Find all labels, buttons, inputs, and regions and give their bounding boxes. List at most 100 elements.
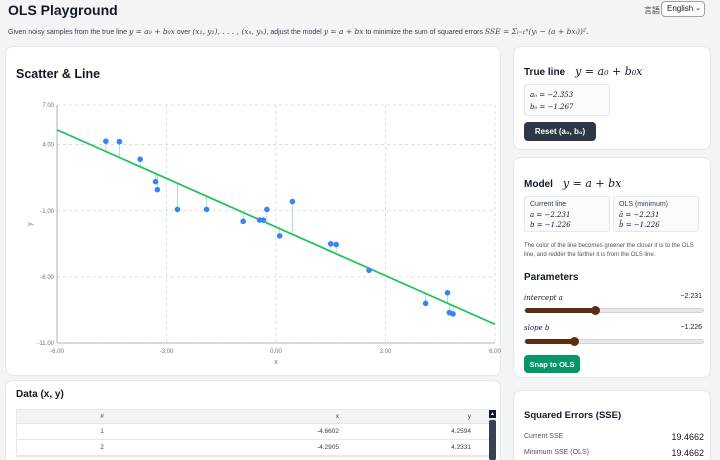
parameters-title: Parameters xyxy=(524,272,579,283)
language-label: 言語 xyxy=(644,6,660,15)
subtitle-text: to minimize the sum of squared errors xyxy=(363,29,485,36)
min-sse-row: Minimum SSE (OLS) 19.4662 xyxy=(524,448,704,458)
subtitle-text: over xyxy=(174,29,193,36)
data-point xyxy=(260,217,267,223)
data-point xyxy=(154,186,161,193)
data-point xyxy=(327,241,334,247)
current-line-label: Current line xyxy=(530,201,567,208)
sse-title: Squared Errors (SSE) xyxy=(524,410,622,421)
slope-label-text: slope b xyxy=(524,324,550,332)
y-tick-label: 4.00 xyxy=(42,143,54,149)
x-tick-label: -3.00 xyxy=(160,349,174,355)
current-b: b = −1.226 xyxy=(530,221,571,229)
data-point xyxy=(174,206,181,213)
snap-to-ols-button[interactable]: Snap to OLS xyxy=(524,355,580,373)
page-subtitle: Given noisy samples from the true line y… xyxy=(8,27,588,36)
ols-label: OLS (minimum) xyxy=(619,201,669,208)
row-x: -4.2905 xyxy=(316,444,339,451)
data-point xyxy=(422,300,429,307)
data-point xyxy=(444,289,451,296)
current-line-panel: Current line a = −2.231 b = −1.226 xyxy=(524,196,610,232)
language-select-value: English xyxy=(667,4,694,13)
table-row: 2 -4.2905 4.2331 xyxy=(17,440,489,456)
intercept-slider[interactable] xyxy=(524,306,704,315)
intercept-slider-thumb[interactable] xyxy=(591,306,601,315)
scrollbar-thumb[interactable] xyxy=(489,420,496,460)
true-line-heading: True line y = a₀ + b₀x xyxy=(524,65,642,78)
subtitle-text: Given noisy samples from the true line xyxy=(8,29,129,36)
y-tick-label: -11.00 xyxy=(37,341,54,347)
data-point xyxy=(116,138,123,145)
min-sse-value: 19.4662 xyxy=(671,448,704,458)
intercept-label: intercept a xyxy=(524,294,563,302)
current-sse-label: Current SSE xyxy=(524,433,564,440)
ols-b: b̂ = −1.226 xyxy=(619,221,660,229)
chevron-down-icon: ⌄ xyxy=(695,5,701,12)
data-card: Data (x, y) # x y 1 -4.6602 4.2594 2 -4.… xyxy=(5,380,501,460)
sse-card: Squared Errors (SSE) Current SSE 19.4662… xyxy=(513,390,711,460)
y-tick-label: -6.00 xyxy=(40,275,54,281)
row-index: 2 xyxy=(100,444,104,451)
y-tick-label: -1.00 xyxy=(40,209,54,215)
slope-slider-fill xyxy=(525,339,574,344)
model-card: Model y = a + bx Current line a = −2.231 … xyxy=(513,157,711,378)
data-table: # x y 1 -4.6602 4.2594 2 -4.2905 4.2331 xyxy=(16,409,490,457)
slope-slider-thumb[interactable] xyxy=(569,337,579,346)
intercept-label-text: intercept a xyxy=(524,294,563,302)
col-header-index: # xyxy=(100,413,104,420)
y-axis-label: y xyxy=(27,222,34,226)
min-sse-label: Minimum SSE (OLS) xyxy=(524,449,589,456)
subtitle-sse-eq: SSE = Σᵢ₌₁ⁿ(yᵢ − (a + bxᵢ))². xyxy=(484,27,589,36)
color-note: The color of the line becomes greener th… xyxy=(524,243,694,258)
current-sse-row: Current SSE 19.4662 xyxy=(524,432,704,442)
x-tick-label: 3.00 xyxy=(380,349,392,355)
ols-a: â = −2.231 xyxy=(619,211,660,219)
data-point xyxy=(152,178,159,185)
current-a: a = −2.231 xyxy=(530,211,571,219)
data-point xyxy=(450,311,456,317)
reset-button[interactable]: Reset (a₀, b₀) xyxy=(524,122,596,141)
data-title: Data (x, y) xyxy=(16,389,64,400)
row-index: 1 xyxy=(100,428,104,435)
x-axis-label: x xyxy=(274,359,278,366)
scatter-card: Scatter & Line -6.00 -3.00 0.00 3.00 6.00 7.0… xyxy=(5,46,501,376)
scatter-title: Scatter & Line xyxy=(16,67,101,81)
model-line xyxy=(56,128,496,326)
scatter-plot[interactable]: -6.00 -3.00 0.00 3.00 6.00 7.00 4.00 -1.00 -6.00… xyxy=(6,97,502,377)
intercept-value: −2.231 xyxy=(680,293,702,300)
model-equation: y = a + bx xyxy=(562,177,622,190)
table-header: # x y xyxy=(17,410,489,424)
intercept-slider-fill xyxy=(525,308,596,313)
ols-panel: OLS (minimum) â = −2.231 b̂ = −1.226 xyxy=(613,196,699,232)
subtitle-text: , adjust the model xyxy=(266,29,324,36)
language-select[interactable]: English ⌄ xyxy=(661,1,705,17)
data-point xyxy=(333,241,340,248)
page-title: OLS Playground xyxy=(8,2,118,18)
col-header-x: x xyxy=(335,413,339,420)
data-point xyxy=(240,218,246,225)
data-title-text: Data (x, y) xyxy=(16,389,64,400)
row-y: 4.2331 xyxy=(451,444,471,451)
slope-slider[interactable] xyxy=(524,337,704,346)
data-point xyxy=(276,233,283,239)
slope-label: slope b xyxy=(524,324,549,332)
current-sse-value: 19.4662 xyxy=(671,432,704,442)
subtitle-points: (x₁, y₁), . . . , (xₙ, yₙ) xyxy=(192,27,267,36)
x-tick-label: 6.00 xyxy=(489,349,501,355)
model-title: Model xyxy=(524,179,553,190)
data-point xyxy=(103,138,109,145)
data-point xyxy=(289,198,296,205)
true-a0: a₀ = −2.353 xyxy=(530,91,574,99)
y-tick-label: 7.00 xyxy=(42,103,54,109)
slope-value: −1.226 xyxy=(680,324,702,331)
true-params-box: a₀ = −2.353 b₀ = −1.267 xyxy=(524,84,610,116)
row-x: -4.6602 xyxy=(316,428,339,435)
scroll-up-icon[interactable]: ▲ xyxy=(489,410,496,418)
table-row: 1 -4.6602 4.2594 xyxy=(17,424,489,440)
table-scrollbar[interactable]: ▲ xyxy=(489,410,496,460)
true-line-title: True line xyxy=(524,67,566,78)
data-point xyxy=(366,267,372,274)
subtitle-model-eq: y = a + bx xyxy=(323,27,364,36)
col-header-y: y xyxy=(467,413,471,420)
model-heading: Model y = a + bx xyxy=(524,177,621,190)
